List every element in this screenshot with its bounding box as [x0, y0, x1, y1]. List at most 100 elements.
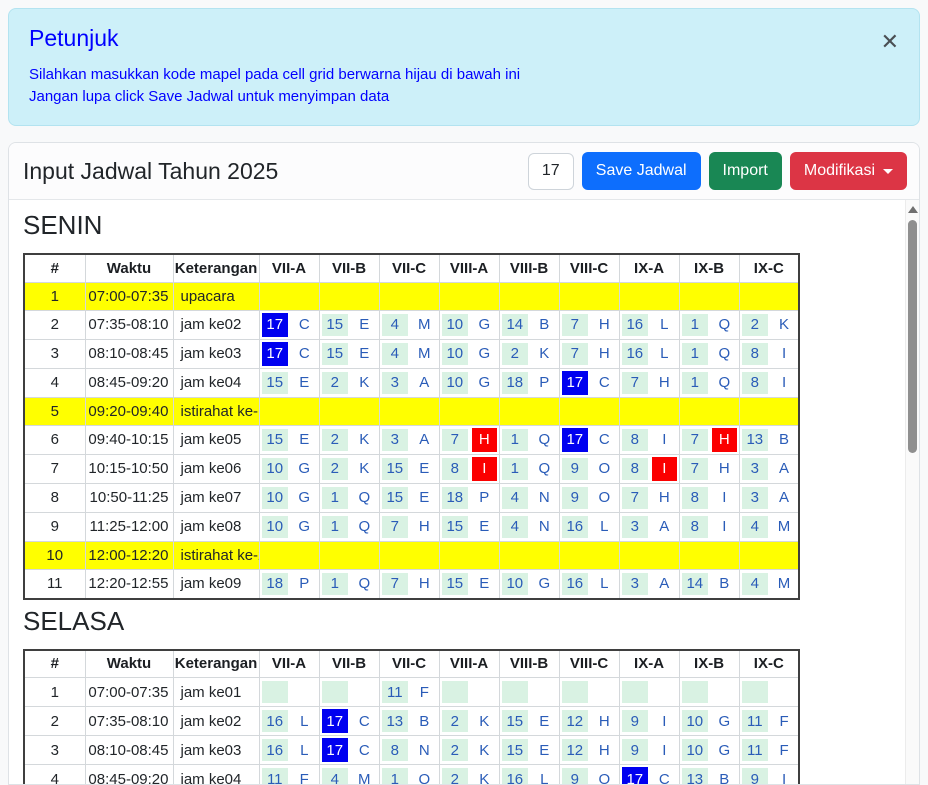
code-cell-editable[interactable]: 2 — [442, 710, 469, 732]
code-cell-editable[interactable]: 1 — [502, 458, 529, 480]
code-cell-editable[interactable]: 2 — [322, 458, 349, 480]
code-cell-editable[interactable]: 3 — [742, 487, 769, 509]
code-cell-editable[interactable]: 15 — [322, 314, 349, 336]
code-cell-editable[interactable]: 15 — [322, 343, 349, 365]
code-cell-editable[interactable]: 7 — [622, 487, 649, 509]
code-cell-editable[interactable]: 10 — [442, 372, 469, 394]
code-cell-editable[interactable]: 9 — [622, 739, 649, 761]
code-cell-editable[interactable]: 1 — [322, 573, 349, 595]
code-cell-editable[interactable]: 11 — [382, 681, 409, 703]
code-cell-editable[interactable]: 8 — [742, 372, 769, 394]
code-cell-editable[interactable]: 16 — [562, 573, 589, 595]
code-cell-editable[interactable]: 4 — [742, 516, 769, 538]
code-cell-editable[interactable]: 9 — [562, 458, 589, 480]
code-cell-editable[interactable]: 16 — [622, 314, 649, 336]
code-cell-editable[interactable]: 9 — [622, 710, 649, 732]
code-cell-editable[interactable]: 15 — [262, 372, 289, 394]
code-cell-editable[interactable]: 10 — [442, 343, 469, 365]
code-cell-editable[interactable]: 3 — [742, 458, 769, 480]
code-cell-editable[interactable]: 1 — [502, 429, 529, 451]
code-cell-editable[interactable]: 16 — [622, 343, 649, 365]
code-cell-editable[interactable]: 18 — [502, 372, 529, 394]
code-cell-editable[interactable]: 3 — [382, 372, 409, 394]
code-cell-editable[interactable]: 4 — [742, 573, 769, 595]
code-cell-editable[interactable]: 10 — [502, 573, 529, 595]
code-cell-editable[interactable]: 3 — [622, 573, 649, 595]
scrollbar-up-button[interactable] — [908, 205, 917, 214]
close-alert-button[interactable]: ✕ — [877, 27, 903, 57]
code-cell-editable[interactable]: 7 — [382, 573, 409, 595]
code-cell-editable[interactable]: 16 — [262, 710, 289, 732]
code-cell-editable[interactable]: 7 — [382, 516, 409, 538]
code-cell-editable[interactable]: 16 — [562, 516, 589, 538]
code-cell-highlighted[interactable]: 17 — [322, 738, 349, 762]
code-cell-editable[interactable]: 1 — [322, 487, 349, 509]
code-cell-editable[interactable]: 11 — [742, 710, 769, 732]
code-cell-editable[interactable]: 8 — [382, 739, 409, 761]
save-jadwal-button[interactable]: Save Jadwal — [582, 152, 701, 190]
code-cell-editable[interactable]: 2 — [502, 343, 529, 365]
code-cell-editable[interactable]: 7 — [682, 429, 709, 451]
code-cell-editable[interactable]: 11 — [262, 768, 289, 785]
code-cell-editable[interactable]: 3 — [382, 429, 409, 451]
code-cell-editable[interactable]: 18 — [262, 573, 289, 595]
modifikasi-dropdown-button[interactable]: Modifikasi — [790, 152, 907, 190]
code-cell-editable[interactable]: 9 — [562, 487, 589, 509]
code-cell-editable[interactable]: 8 — [682, 487, 709, 509]
code-cell-editable[interactable]: 4 — [502, 516, 529, 538]
code-cell-editable[interactable]: 10 — [262, 458, 289, 480]
code-cell-editable[interactable]: 2 — [442, 739, 469, 761]
code-cell-highlighted[interactable]: 17 — [562, 428, 589, 452]
code-cell-editable[interactable]: 8 — [742, 343, 769, 365]
code-cell-editable[interactable]: 18 — [442, 487, 469, 509]
code-cell-editable[interactable] — [322, 681, 349, 703]
code-cell-highlighted[interactable]: 17 — [262, 313, 289, 337]
code-cell-editable[interactable]: 7 — [562, 343, 589, 365]
code-cell-editable[interactable]: 9 — [742, 768, 769, 785]
code-cell-editable[interactable]: 7 — [442, 429, 469, 451]
code-cell-editable[interactable]: 4 — [382, 314, 409, 336]
code-cell-editable[interactable]: 15 — [382, 487, 409, 509]
code-cell-editable[interactable]: 7 — [562, 314, 589, 336]
code-cell-editable[interactable]: 10 — [682, 739, 709, 761]
code-cell-editable[interactable]: 12 — [562, 739, 589, 761]
code-cell-highlighted[interactable]: 17 — [562, 371, 589, 395]
code-cell-editable[interactable]: 15 — [442, 516, 469, 538]
code-cell-editable[interactable]: 13 — [682, 768, 709, 785]
code-cell-editable[interactable]: 15 — [262, 429, 289, 451]
code-cell-editable[interactable]: 1 — [682, 372, 709, 394]
code-cell-highlighted[interactable]: 17 — [622, 767, 649, 785]
code-cell-editable[interactable]: 10 — [262, 487, 289, 509]
code-cell-editable[interactable]: 16 — [262, 739, 289, 761]
code-cell-editable[interactable]: 2 — [742, 314, 769, 336]
code-cell-editable[interactable] — [742, 681, 769, 703]
code-cell-editable[interactable]: 8 — [622, 458, 649, 480]
code-cell-editable[interactable]: 11 — [742, 739, 769, 761]
code-cell-editable[interactable]: 15 — [502, 739, 529, 761]
code-cell-editable[interactable] — [262, 681, 289, 703]
code-cell-editable[interactable] — [682, 681, 709, 703]
code-cell-editable[interactable]: 1 — [682, 343, 709, 365]
code-cell-editable[interactable]: 15 — [442, 573, 469, 595]
code-cell-editable[interactable]: 1 — [322, 516, 349, 538]
code-cell-editable[interactable]: 14 — [682, 573, 709, 595]
code-cell-editable[interactable] — [562, 681, 589, 703]
code-cell-editable[interactable]: 13 — [382, 710, 409, 732]
import-button[interactable]: Import — [709, 152, 782, 190]
code-cell-editable[interactable]: 8 — [682, 516, 709, 538]
code-cell-editable[interactable]: 16 — [502, 768, 529, 785]
code-cell-editable[interactable]: 1 — [382, 768, 409, 785]
code-cell-editable[interactable]: 7 — [622, 372, 649, 394]
code-cell-editable[interactable]: 2 — [322, 429, 349, 451]
code-cell-editable[interactable]: 14 — [502, 314, 529, 336]
code-cell-editable[interactable]: 2 — [442, 768, 469, 785]
subject-code-input[interactable] — [528, 153, 574, 190]
code-cell-editable[interactable]: 8 — [622, 429, 649, 451]
code-cell-editable[interactable]: 9 — [562, 768, 589, 785]
code-cell-editable[interactable]: 4 — [382, 343, 409, 365]
code-cell-editable[interactable]: 10 — [682, 710, 709, 732]
scrollbar-thumb[interactable] — [908, 220, 917, 453]
code-cell-editable[interactable]: 15 — [382, 458, 409, 480]
code-cell-editable[interactable]: 12 — [562, 710, 589, 732]
code-cell-editable[interactable] — [622, 681, 649, 703]
